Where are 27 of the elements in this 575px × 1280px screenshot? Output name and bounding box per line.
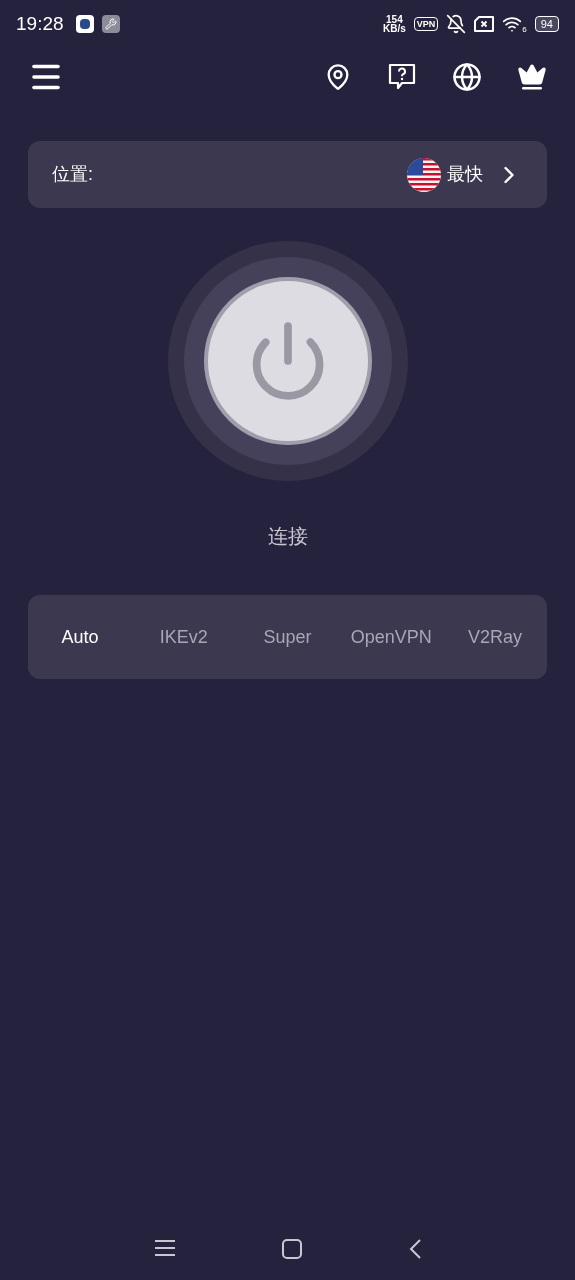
app-notification-icon <box>75 15 94 33</box>
battery-indicator: 94 <box>534 16 559 32</box>
wifi-icon <box>502 14 523 34</box>
protocol-tab[interactable]: OpenVPN <box>339 623 444 651</box>
sim-error-icon <box>474 16 495 32</box>
status-time: 19:28 <box>16 11 64 36</box>
connection-status: 连接 <box>267 524 308 549</box>
protocol-tab[interactable]: Auto <box>28 623 132 651</box>
network-speed: 154 <box>386 15 403 24</box>
protocol-tab[interactable]: Super <box>235 623 340 651</box>
crown-button[interactable] <box>517 62 547 92</box>
back-icon[interactable] <box>407 1238 422 1260</box>
protocol-tab[interactable]: V2Ray <box>443 623 547 651</box>
mute-icon <box>446 14 467 34</box>
wifi-band-label: 6 <box>522 26 527 34</box>
network-speed-unit: KB/s <box>383 24 406 33</box>
globe-button[interactable] <box>452 62 482 92</box>
server-name: 最快 <box>447 163 483 186</box>
flag-icon <box>407 157 441 192</box>
location-selector[interactable]: 位置: 最快 <box>28 141 547 208</box>
home-icon[interactable] <box>280 1238 303 1260</box>
wrench-icon <box>101 15 120 33</box>
help-chat-button[interactable] <box>387 62 417 92</box>
location-label: 位置: <box>52 163 93 186</box>
protocol-tab[interactable]: IKEv2 <box>131 623 236 651</box>
vpn-badge: VPN <box>413 17 439 31</box>
recent-apps-icon[interactable] <box>153 1238 176 1258</box>
